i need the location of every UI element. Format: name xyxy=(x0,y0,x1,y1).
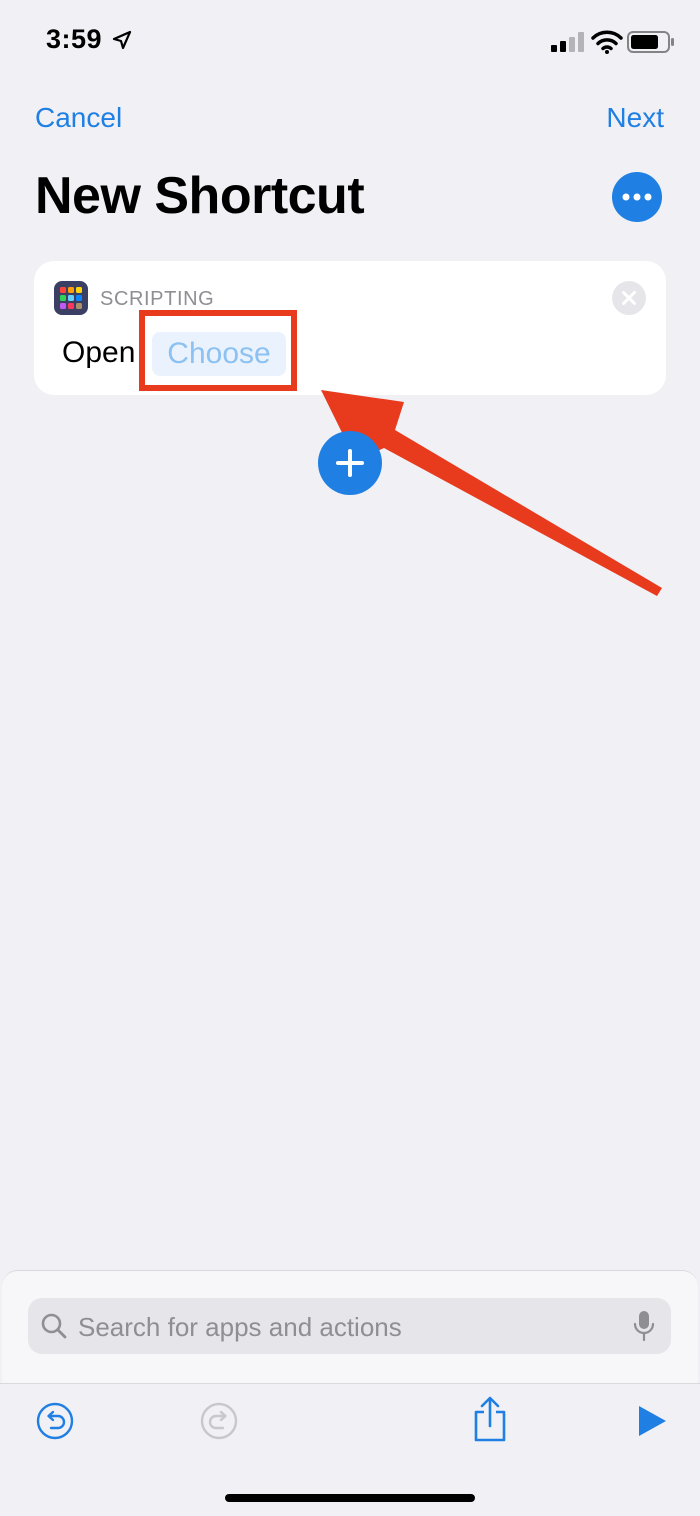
page-title: New Shortcut xyxy=(35,167,365,225)
annotation-highlight-box xyxy=(139,310,297,391)
undo-icon[interactable] xyxy=(36,1402,74,1440)
location-arrow-icon xyxy=(112,30,132,50)
redo-icon[interactable] xyxy=(200,1402,238,1440)
add-action-button[interactable] xyxy=(318,431,382,495)
next-button[interactable]: Next xyxy=(606,102,664,134)
shortcuts-app-icon xyxy=(54,281,88,315)
battery-icon xyxy=(627,31,674,53)
status-time: 3:59 xyxy=(46,24,103,54)
ellipsis-icon xyxy=(622,193,652,201)
home-indicator xyxy=(225,1494,475,1502)
search-icon xyxy=(41,1313,67,1339)
cancel-button[interactable]: Cancel xyxy=(35,102,122,134)
search-field[interactable] xyxy=(28,1298,671,1354)
close-icon xyxy=(622,291,636,305)
action-verb: Open xyxy=(62,336,136,369)
action-category-label: SCRIPTING xyxy=(100,288,215,310)
plus-icon xyxy=(336,449,364,477)
wifi-icon xyxy=(591,30,623,54)
remove-action-button[interactable] xyxy=(612,281,646,315)
share-icon[interactable] xyxy=(472,1396,508,1442)
more-options-button[interactable] xyxy=(612,172,662,222)
play-icon[interactable] xyxy=(636,1404,668,1438)
microphone-icon[interactable] xyxy=(632,1310,656,1342)
search-input[interactable] xyxy=(76,1306,600,1348)
cellular-signal-icon xyxy=(551,32,584,52)
